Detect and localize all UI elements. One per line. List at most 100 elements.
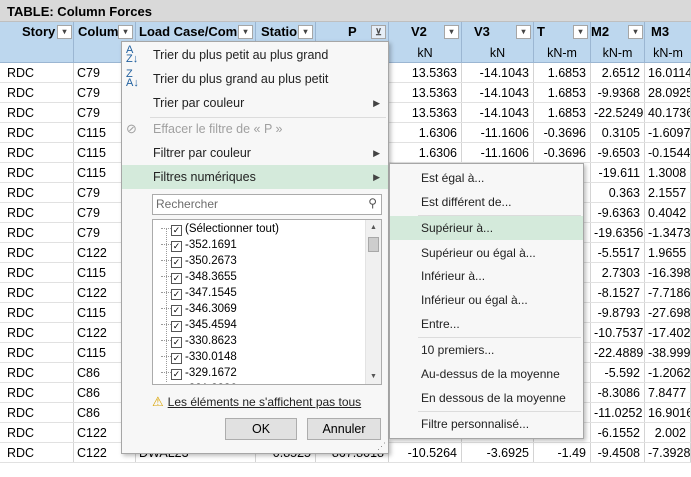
cell-m3[interactable]: -1.2062: [645, 363, 691, 382]
cell-m3[interactable]: 1.9655: [645, 243, 691, 262]
cell-t[interactable]: 1.6853: [534, 63, 591, 82]
cell-story[interactable]: RDC: [0, 263, 74, 282]
value-checkbox-item[interactable]: ✓ -329.1672: [161, 365, 237, 381]
filter-by-color-item[interactable]: Filtrer par couleur ▶: [122, 141, 388, 165]
cell-m3[interactable]: 16.9016: [645, 403, 691, 422]
cell-m2[interactable]: 0.3105: [591, 123, 645, 142]
cell-v3[interactable]: -11.1606: [462, 123, 534, 142]
cell-m2[interactable]: -8.3086: [591, 383, 645, 402]
submenu-less-item[interactable]: Inférieur à...: [390, 264, 583, 288]
sort-descending-item[interactable]: Z A↓ Trier du plus grand au plus petit: [122, 67, 388, 91]
scroll-down-icon[interactable]: ▼: [366, 369, 381, 384]
cell-m3[interactable]: -0.1544: [645, 143, 691, 162]
cell-m2[interactable]: -8.1527: [591, 283, 645, 302]
cell-story[interactable]: RDC: [0, 343, 74, 362]
value-checkbox-item[interactable]: ✓-321.3336: [161, 381, 237, 384]
cell-t[interactable]: -1.49: [534, 443, 591, 462]
cell-m3[interactable]: -16.3982: [645, 263, 691, 282]
cell-m3[interactable]: 7.8477: [645, 383, 691, 402]
cell-m3[interactable]: 1.3008: [645, 163, 691, 182]
list-scrollbar[interactable]: ▲ ▼: [365, 220, 381, 384]
cell-story[interactable]: RDC: [0, 243, 74, 262]
cell-m2[interactable]: -9.9368: [591, 83, 645, 102]
cell-t[interactable]: 1.6853: [534, 103, 591, 122]
cell-m3[interactable]: 0.4042: [645, 203, 691, 222]
cell-v2[interactable]: 1.6306: [389, 143, 462, 162]
submenu-custom-filter-item[interactable]: Filtre personnalisé...: [390, 412, 583, 436]
cell-v2[interactable]: 13.5363: [389, 103, 462, 122]
value-checkbox-item[interactable]: ✓ -352.1691: [161, 237, 237, 253]
value-checkbox-item[interactable]: ✓ -345.4594: [161, 317, 237, 333]
cell-v3[interactable]: -14.1043: [462, 103, 534, 122]
cell-m2[interactable]: -9.6503: [591, 143, 645, 162]
submenu-above-average-item[interactable]: Au-dessus de la moyenne: [390, 362, 583, 386]
submenu-top10-item[interactable]: 10 premiers...: [390, 338, 583, 362]
select-all-checkbox[interactable]: ✓ (Sélectionner tout): [161, 221, 279, 237]
cell-story[interactable]: RDC: [0, 183, 74, 202]
ok-button[interactable]: OK: [225, 418, 297, 440]
cell-m2[interactable]: -11.0252: [591, 403, 645, 422]
cell-story[interactable]: RDC: [0, 83, 74, 102]
numeric-filters-item[interactable]: Filtres numériques ▶: [122, 165, 388, 189]
cell-v3[interactable]: -11.1606: [462, 143, 534, 162]
cell-m2[interactable]: -9.6363: [591, 203, 645, 222]
filter-button-column[interactable]: ▾: [118, 25, 133, 39]
cell-m2[interactable]: -5.592: [591, 363, 645, 382]
sort-by-color-item[interactable]: Trier par couleur ▶: [122, 91, 388, 115]
cell-t[interactable]: 1.6853: [534, 83, 591, 102]
submenu-not-equals-item[interactable]: Est différent de...: [390, 190, 583, 214]
cell-v3[interactable]: -14.1043: [462, 63, 534, 82]
cell-v2[interactable]: 13.5363: [389, 63, 462, 82]
cell-m3[interactable]: 16.0114: [645, 63, 691, 82]
submenu-less-equal-item[interactable]: Inférieur ou égal à...: [390, 288, 583, 312]
cell-v2[interactable]: 13.5363: [389, 83, 462, 102]
cell-t[interactable]: -0.3696: [534, 123, 591, 142]
cell-m3[interactable]: -38.9994: [645, 343, 691, 362]
cell-m3[interactable]: 40.1736: [645, 103, 691, 122]
cell-m3[interactable]: -7.7186: [645, 283, 691, 302]
filter-button-v3[interactable]: ▾: [516, 25, 531, 39]
cell-m3[interactable]: -7.3928: [645, 443, 691, 462]
scroll-up-icon[interactable]: ▲: [366, 220, 381, 235]
cell-m3[interactable]: 2.002: [645, 423, 691, 442]
cell-m2[interactable]: 2.6512: [591, 63, 645, 82]
cell-v3[interactable]: -14.1043: [462, 83, 534, 102]
cell-story[interactable]: RDC: [0, 303, 74, 322]
cell-m3[interactable]: 28.0925: [645, 83, 691, 102]
scroll-thumb[interactable]: [368, 237, 379, 252]
resize-grip-icon[interactable]: ⋰: [377, 441, 386, 452]
submenu-between-item[interactable]: Entre...: [390, 312, 583, 336]
value-checkbox-item[interactable]: ✓ -330.8623: [161, 333, 237, 349]
cell-m2[interactable]: -19.6356: [591, 223, 645, 242]
submenu-below-average-item[interactable]: En dessous de la moyenne: [390, 386, 583, 410]
filter-button-v2[interactable]: ▾: [444, 25, 459, 39]
cell-story[interactable]: RDC: [0, 283, 74, 302]
cancel-button[interactable]: Annuler: [307, 418, 381, 440]
value-checkbox-item[interactable]: ✓ -346.3069: [161, 301, 237, 317]
cell-story[interactable]: RDC: [0, 323, 74, 342]
sort-ascending-item[interactable]: A Z↓ Trier du plus petit au plus grand: [122, 43, 388, 67]
filter-button-t[interactable]: ▾: [573, 25, 588, 39]
submenu-greater-item[interactable]: Supérieur à...: [390, 216, 583, 240]
cell-story[interactable]: RDC: [0, 403, 74, 422]
cell-m2[interactable]: -22.4889: [591, 343, 645, 362]
cell-story[interactable]: RDC: [0, 163, 74, 182]
cell-m2[interactable]: -22.5249: [591, 103, 645, 122]
cell-m3[interactable]: -17.4027: [645, 323, 691, 342]
cell-story[interactable]: RDC: [0, 203, 74, 222]
not-all-items-warning[interactable]: ⚠ Les éléments ne s'affichent pas tous: [152, 394, 361, 410]
cell-v2[interactable]: 1.6306: [389, 123, 462, 142]
cell-story[interactable]: RDC: [0, 103, 74, 122]
submenu-greater-equal-item[interactable]: Supérieur ou égal à...: [390, 241, 583, 265]
filter-button-m2[interactable]: ▾: [628, 25, 643, 39]
cell-m3[interactable]: -1.3473: [645, 223, 691, 242]
cell-story[interactable]: RDC: [0, 423, 74, 442]
value-checkbox-item[interactable]: ✓ -347.1545: [161, 285, 237, 301]
cell-m3[interactable]: -1.6097: [645, 123, 691, 142]
value-list[interactable]: ✓ (Sélectionner tout) ✓ -352.1691 ✓ -350.267…: [152, 219, 382, 385]
cell-story[interactable]: RDC: [0, 363, 74, 382]
filter-button-p-active[interactable]: ⊻: [371, 25, 386, 39]
cell-v2[interactable]: -10.5264: [389, 443, 462, 462]
filter-button-load-case[interactable]: ▾: [238, 25, 253, 39]
cell-m2[interactable]: -6.1552: [591, 423, 645, 442]
